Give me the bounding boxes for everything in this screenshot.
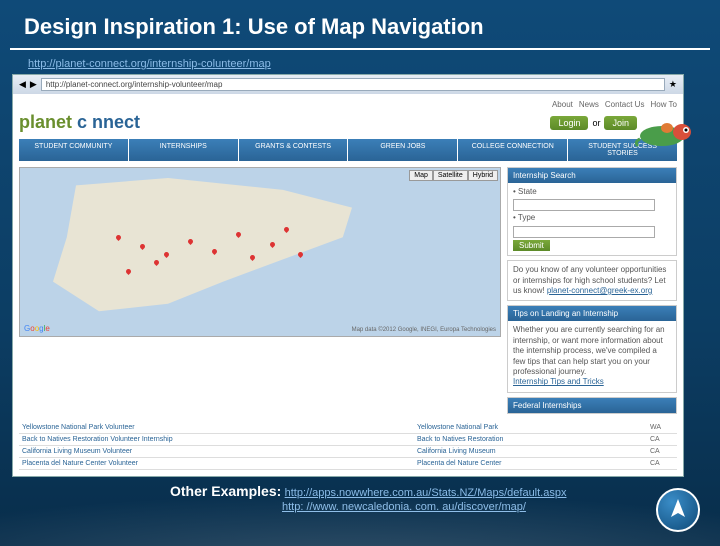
map-type-hybrid[interactable]: Hybrid (468, 170, 498, 181)
table-row[interactable]: Yellowstone National Park VolunteerYello… (19, 422, 677, 434)
example-link-1[interactable]: http://apps.nowwhere.com.au/Stats.NZ/Map… (285, 487, 567, 499)
browser-frame: ◀ ▶ http://planet-connect.org/internship… (12, 74, 684, 477)
slide-title: Design Inspiration 1: Use of Map Navigat… (10, 6, 710, 50)
type-label: • Type (513, 213, 671, 223)
site-topnav: About News Contact Us How To (19, 100, 677, 109)
listing-title: Yellowstone National Park Volunteer (19, 422, 414, 434)
chameleon-image (632, 114, 702, 154)
listing-state: WA (647, 422, 677, 434)
listing-org: Yellowstone National Park (414, 422, 647, 434)
tab-grants[interactable]: GRANTS & CONTESTS (239, 139, 348, 161)
source-link[interactable]: http://planet-connect.org/internship-col… (28, 58, 271, 70)
topnav-howto[interactable]: How To (650, 100, 677, 109)
listing-state: CA (647, 457, 677, 469)
map[interactable]: Map Satellite Hybrid Google Map data © (19, 167, 501, 337)
map-credit: Map data ©2012 Google, INEGI, Europa Tec… (352, 327, 496, 333)
map-land (30, 178, 490, 326)
listing-title: Placenta del Nature Center Volunteer (19, 457, 414, 469)
panel-federal-heading: Federal Internships (508, 398, 676, 413)
topnav-contact[interactable]: Contact Us (605, 100, 645, 109)
map-type-map[interactable]: Map (409, 170, 433, 181)
tips-link[interactable]: Internship Tips and Tricks (513, 377, 604, 386)
listing-org: California Living Museum (414, 445, 647, 457)
site-logo[interactable]: planet c nnect (19, 112, 140, 133)
map-pin[interactable] (297, 251, 304, 258)
listing-org: Back to Natives Restoration (414, 433, 647, 445)
other-examples-label: Other Examples: (170, 483, 281, 499)
state-input[interactable] (513, 199, 655, 211)
google-logo: Google (24, 324, 50, 333)
sidebar: Internship Search • State • Type Submit … (507, 167, 677, 418)
panel-federal: Federal Internships (507, 397, 677, 414)
main-area: Map Satellite Hybrid Google Map data © (19, 167, 677, 418)
panel-tips: Tips on Landing an Internship Whether yo… (507, 305, 677, 392)
table-row[interactable]: Placenta del Nature Center VolunteerPlac… (19, 457, 677, 469)
listing-title: California Living Museum Volunteer (19, 445, 414, 457)
other-examples: Other Examples: http://apps.nowwhere.com… (170, 483, 720, 513)
panel-search: Internship Search • State • Type Submit (507, 167, 677, 256)
nav-tabs: STUDENT COMMUNITY INTERNSHIPS GRANTS & C… (19, 139, 677, 161)
promo-link[interactable]: planet-connect@greek-ex.org (547, 286, 653, 295)
or-text: or (592, 118, 600, 128)
type-input[interactable] (513, 226, 655, 238)
tab-internships[interactable]: INTERNSHIPS (129, 139, 238, 161)
table-row[interactable]: Back to Natives Restoration Volunteer In… (19, 433, 677, 445)
login-button[interactable]: Login (550, 116, 588, 130)
browser-chrome: ◀ ▶ http://planet-connect.org/internship… (13, 75, 683, 94)
logo-part1: planet (19, 112, 72, 132)
listing-org: Placenta del Nature Center (414, 457, 647, 469)
forward-icon[interactable]: ▶ (30, 79, 37, 90)
site-header: planet c nnect Login or Join (19, 112, 677, 133)
tab-community[interactable]: STUDENT COMMUNITY (19, 139, 128, 161)
address-bar[interactable]: http://planet-connect.org/internship-vol… (41, 78, 665, 91)
sail-icon (665, 497, 691, 523)
panel-promo: Do you know of any volunteer opportuniti… (507, 260, 677, 301)
topnav-about[interactable]: About (552, 100, 573, 109)
site-content: About News Contact Us How To planet c nn… (13, 94, 683, 476)
back-icon[interactable]: ◀ (19, 79, 26, 90)
tab-college[interactable]: COLLEGE CONNECTION (458, 139, 567, 161)
auth-controls: Login or Join (550, 116, 637, 130)
map-type-toggle: Map Satellite Hybrid (409, 170, 498, 181)
tab-greenjobs[interactable]: GREEN JOBS (348, 139, 457, 161)
logo-part2: c nnect (77, 112, 140, 132)
listing-title: Back to Natives Restoration Volunteer In… (19, 433, 414, 445)
tips-text: Whether you are currently searching for … (513, 325, 665, 376)
submit-button[interactable]: Submit (513, 240, 550, 251)
map-type-satellite[interactable]: Satellite (433, 170, 468, 181)
example-link-2[interactable]: http: //www. newcaledonia. com. au/disco… (282, 501, 526, 513)
panel-search-heading: Internship Search (508, 168, 676, 183)
table-row[interactable]: California Living Museum VolunteerCalifo… (19, 445, 677, 457)
state-label: • State (513, 187, 671, 197)
listing-state: CA (647, 433, 677, 445)
listing-state: CA (647, 445, 677, 457)
footer-badge (656, 488, 700, 532)
topnav-news[interactable]: News (579, 100, 599, 109)
panel-tips-heading: Tips on Landing an Internship (508, 306, 676, 321)
star-icon[interactable]: ★ (669, 79, 677, 90)
listings-table: Yellowstone National Park VolunteerYello… (19, 422, 677, 470)
